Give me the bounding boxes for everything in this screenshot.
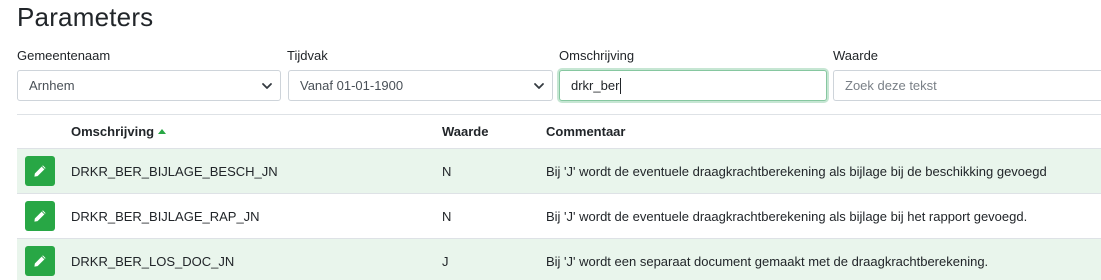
table-header: Omschrijving Waarde Commentaar [17, 114, 1101, 149]
header-commentaar[interactable]: Commentaar [546, 124, 1101, 139]
waarde-label: Waarde [833, 48, 879, 63]
edit-button[interactable] [25, 156, 55, 186]
sort-up-icon [158, 129, 167, 135]
pencil-icon [34, 210, 46, 222]
header-omschrijving[interactable]: Omschrijving [71, 124, 442, 139]
tijdvak-select-value: Vanaf 01-01-1900 [300, 78, 404, 93]
table-row: DRKR_BER_LOS_DOC_JN J Bij 'J' wordt een … [17, 239, 1101, 280]
cell-waarde: J [442, 253, 449, 269]
tijdvak-label: Tijdvak [287, 48, 328, 63]
gemeente-label: Gemeentenaam [17, 48, 111, 63]
header-waarde[interactable]: Waarde [442, 124, 546, 139]
text-cursor [620, 77, 622, 94]
edit-button[interactable] [25, 246, 55, 276]
chevron-down-icon [534, 82, 544, 89]
waarde-input-placeholder: Zoek deze tekst [845, 78, 937, 93]
pencil-icon [34, 165, 46, 177]
omschrijving-input-value: drkr_ber [571, 78, 620, 93]
cell-commentaar: Bij 'J' wordt een separaat document gema… [546, 253, 989, 269]
cell-omschrijving: DRKR_BER_BIJLAGE_RAP_JN [71, 208, 260, 224]
parameters-table: Omschrijving Waarde Commentaar DRKR_BER_… [17, 114, 1101, 280]
cell-waarde: N [442, 208, 452, 224]
gemeente-select[interactable]: Arnhem [17, 70, 281, 101]
cell-waarde: N [442, 163, 452, 179]
pencil-icon [34, 255, 46, 267]
table-row: DRKR_BER_BIJLAGE_BESCH_JN N Bij 'J' word… [17, 149, 1101, 194]
table-row: DRKR_BER_BIJLAGE_RAP_JN N Bij 'J' wordt … [17, 194, 1101, 239]
chevron-down-icon [262, 82, 272, 89]
cell-commentaar: Bij 'J' wordt de eventuele draagkrachtbe… [546, 163, 1047, 179]
page-title: Parameters [17, 2, 154, 32]
waarde-search-input[interactable]: Zoek deze tekst [833, 70, 1101, 101]
gemeente-select-value: Arnhem [29, 78, 75, 93]
edit-button[interactable] [25, 201, 55, 231]
tijdvak-select[interactable]: Vanaf 01-01-1900 [288, 70, 553, 101]
header-omschrijving-label: Omschrijving [71, 124, 155, 139]
omschrijving-label: Omschrijving [559, 48, 635, 63]
cell-commentaar: Bij 'J' wordt de eventuele draagkrachtbe… [546, 208, 1028, 224]
omschrijving-search-input[interactable]: drkr_ber [559, 70, 827, 101]
parameters-page: Parameters Gemeentenaam Tijdvak Omschrij… [0, 0, 1101, 280]
cell-omschrijving: DRKR_BER_BIJLAGE_BESCH_JN [71, 163, 278, 179]
cell-omschrijving: DRKR_BER_LOS_DOC_JN [71, 253, 235, 269]
